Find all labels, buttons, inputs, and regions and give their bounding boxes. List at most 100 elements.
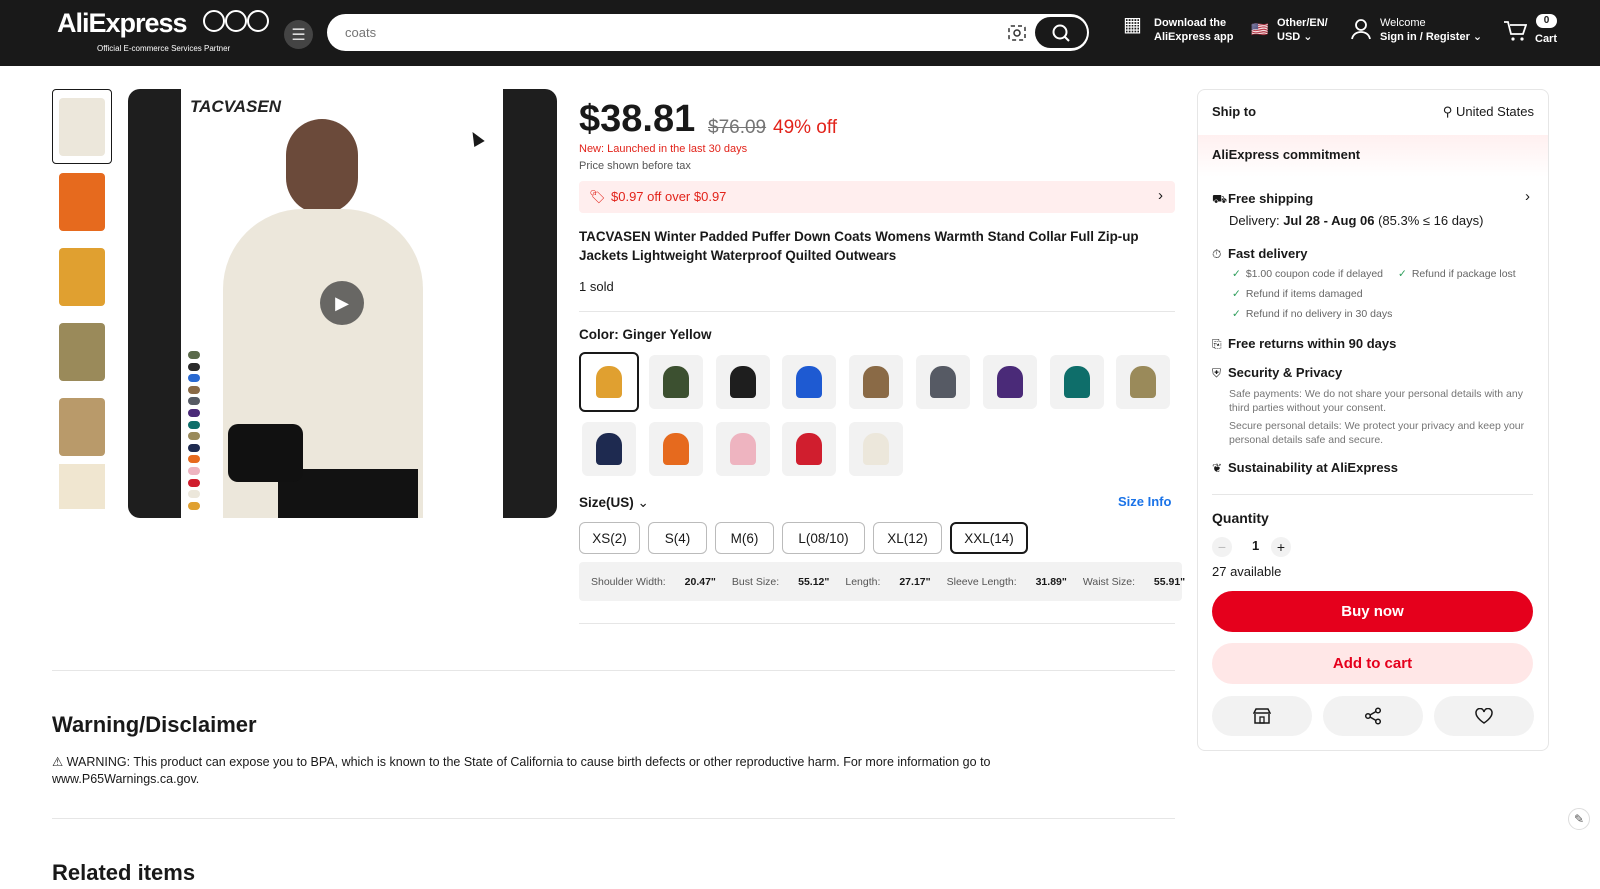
- waist-label: Waist Size:: [1082, 575, 1135, 588]
- thumbnail-image: [59, 97, 105, 156]
- fast-delivery-row: ⏱ Fast delivery: [1212, 246, 1308, 262]
- divider: [1212, 494, 1533, 495]
- thumbnail[interactable]: [52, 239, 112, 314]
- free-shipping-row[interactable]: ⛟Free shipping: [1212, 191, 1313, 208]
- color-dot: [188, 397, 200, 406]
- color-swatch[interactable]: [715, 422, 770, 476]
- cart-icon: [1503, 20, 1528, 43]
- check-icon: ✓: [1232, 308, 1241, 320]
- edit-pencil-icon[interactable]: ✎: [1568, 808, 1590, 830]
- sleeve-value: 31.89": [1035, 575, 1067, 588]
- color-dot: [188, 351, 200, 359]
- new-launch-tag: New: Launched in the last 30 days: [579, 143, 748, 155]
- wishlist-button[interactable]: [1434, 696, 1534, 736]
- jacket-thumbnail: [596, 366, 622, 398]
- shoulder-value: 20.47": [684, 575, 716, 588]
- main-product-image[interactable]: TACVASEN ▶: [128, 89, 557, 518]
- color-swatch[interactable]: [849, 422, 904, 476]
- clock-box-icon: ⏱: [1212, 247, 1222, 261]
- size-option[interactable]: XL(12): [873, 522, 942, 554]
- color-swatch[interactable]: [1116, 355, 1171, 409]
- jacket-thumbnail: [596, 433, 622, 465]
- quantity-value[interactable]: 1: [1252, 538, 1259, 553]
- add-to-cart-button[interactable]: Add to cart: [1212, 643, 1533, 684]
- image-search-icon[interactable]: [1007, 23, 1027, 43]
- thumbnail[interactable]: [52, 389, 112, 464]
- truck-icon: ⛟: [1212, 192, 1228, 206]
- color-swatch[interactable]: [782, 355, 837, 409]
- thumbnail-image: [59, 247, 105, 306]
- download-app-link[interactable]: ▦ Download the AliExpress app: [1123, 14, 1233, 44]
- handbag-illustration: [228, 424, 303, 482]
- delivery-dates: Jul 28 - Aug 06: [1283, 213, 1375, 228]
- size-option[interactable]: L(08/10): [782, 522, 865, 554]
- search-bar: [327, 14, 1089, 51]
- thumbnail[interactable]: [52, 314, 112, 389]
- fd-item-text: $1.00 coupon code if delayed: [1245, 268, 1384, 280]
- color-swatch[interactable]: [582, 422, 636, 476]
- fd-item: ✓ Refund if package lost: [1398, 268, 1516, 280]
- quantity-increase-button[interactable]: +: [1271, 537, 1291, 557]
- qr-code-icon: ▦: [1123, 14, 1142, 36]
- jacket-thumbnail: [796, 366, 823, 398]
- color-swatch[interactable]: [1049, 355, 1104, 409]
- check-icon: ✓: [1232, 268, 1241, 280]
- jacket-thumbnail: [796, 433, 823, 465]
- locale-selector[interactable]: 🇺🇸 Other/EN/ USD ⌄: [1251, 16, 1328, 44]
- color-dots: [188, 351, 202, 513]
- size-info-link[interactable]: Size Info: [1118, 494, 1171, 509]
- color-swatch[interactable]: [916, 355, 970, 409]
- color-swatch[interactable]: [648, 355, 703, 409]
- chevron-right-icon[interactable]: ›: [1525, 188, 1530, 205]
- coupon-banner[interactable]: 🏷 $0.97 off over $0.97 ›: [579, 181, 1175, 213]
- check-icon: ✓: [1398, 268, 1407, 280]
- store-button[interactable]: [1212, 696, 1312, 736]
- ship-to-country[interactable]: ⚲ United States: [1443, 104, 1534, 120]
- leaf-icon: ❦: [1212, 461, 1223, 475]
- menu-button[interactable]: ☰: [284, 20, 313, 49]
- signin-link[interactable]: Sign in / Register: [1380, 31, 1470, 43]
- bust-value: 55.12": [798, 575, 830, 588]
- sustainability-label: Sustainability at AliExpress: [1228, 460, 1399, 475]
- color-swatch[interactable]: [849, 355, 904, 409]
- size-option[interactable]: S(4): [648, 522, 707, 554]
- play-video-button[interactable]: ▶: [320, 281, 364, 325]
- tax-note: Price shown before tax: [579, 160, 691, 172]
- aliexpress-logo[interactable]: AliExpress Official E-commerce Services …: [57, 8, 230, 54]
- thumbnail[interactable]: [52, 464, 112, 509]
- color-label: Color: Ginger Yellow: [579, 327, 712, 342]
- color-dot: [188, 455, 200, 464]
- thumbnail-image: [59, 397, 105, 456]
- buy-now-button[interactable]: Buy now: [1212, 591, 1533, 632]
- security-label: Security & Privacy: [1228, 365, 1343, 380]
- size-label[interactable]: Size(US) ⌄: [579, 495, 649, 511]
- fd-item-text: Refund if package lost: [1411, 268, 1516, 280]
- search-button[interactable]: [1035, 17, 1087, 48]
- size-option[interactable]: XXL(14): [950, 522, 1028, 554]
- size-option[interactable]: XS(2): [579, 522, 640, 554]
- thumbnail[interactable]: [52, 164, 112, 239]
- product-title: TACVASEN Winter Padded Puffer Down Coats…: [579, 229, 1139, 263]
- size-label-text: Size(US): [579, 495, 634, 510]
- share-button[interactable]: [1323, 696, 1423, 736]
- shield-icon: ⛨: [1212, 366, 1222, 380]
- color-swatch[interactable]: [782, 422, 837, 476]
- available-count: 27 available: [1212, 564, 1282, 579]
- warning-text: ⚠ WARNING: This product can expose you t…: [52, 755, 991, 786]
- divider: [52, 670, 1175, 671]
- search-input[interactable]: [345, 14, 965, 51]
- color-swatch[interactable]: [648, 422, 703, 476]
- security-text-2: Secure personal details: We protect your…: [1229, 420, 1525, 446]
- account-menu[interactable]: Welcome Sign in / Register ⌄: [1351, 16, 1482, 44]
- thumbnail[interactable]: [52, 89, 112, 164]
- jacket-thumbnail: [863, 366, 890, 398]
- sustainability-row[interactable]: ❦ Sustainability at AliExpress: [1212, 460, 1398, 475]
- color-swatch[interactable]: [579, 352, 639, 412]
- quantity-decrease-button[interactable]: −: [1212, 537, 1232, 557]
- commitment-heading: AliExpress commitment: [1198, 135, 1548, 177]
- color-swatch[interactable]: [715, 355, 770, 409]
- color-swatch[interactable]: [982, 355, 1037, 409]
- check-icon: ✓: [1232, 288, 1241, 300]
- color-dot: [188, 408, 200, 417]
- size-option[interactable]: M(6): [715, 522, 774, 554]
